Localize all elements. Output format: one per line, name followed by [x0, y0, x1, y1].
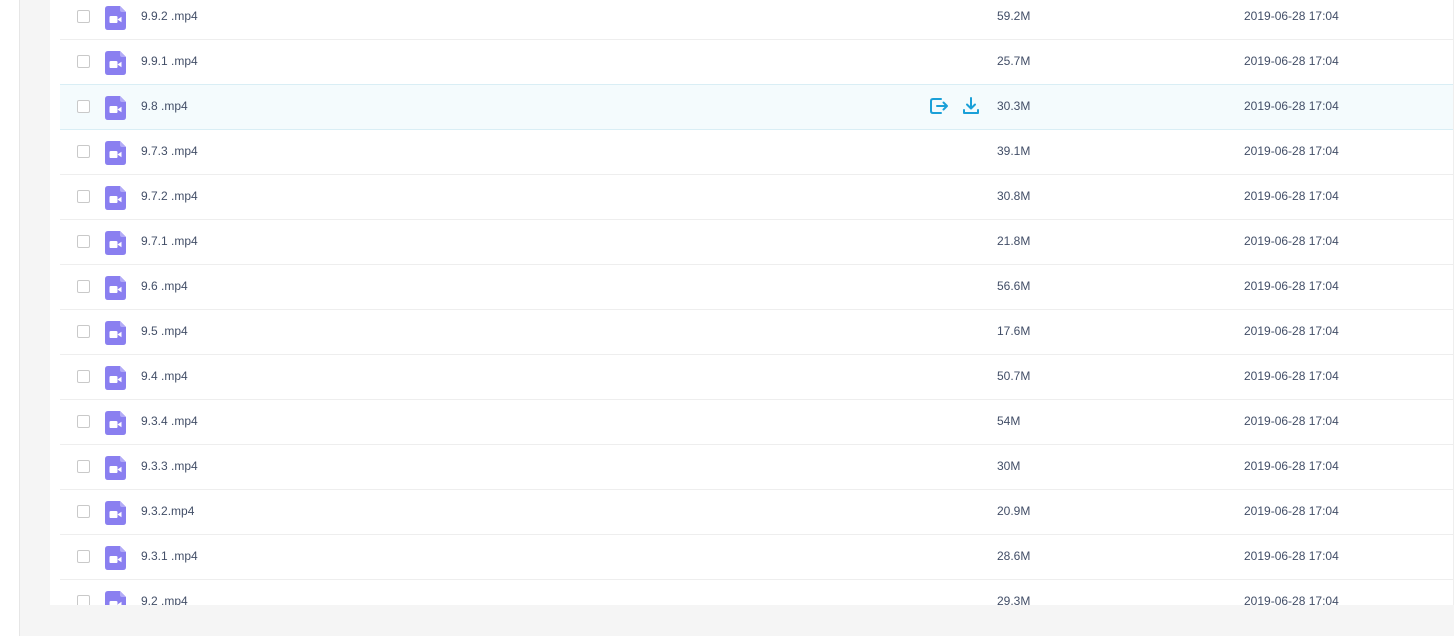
row-checkbox[interactable]	[77, 505, 90, 518]
file-size: 59.2M	[997, 9, 1031, 23]
file-row[interactable]: 9.7.1 .mp4 21.8M 2019-06-28 17:04	[60, 220, 1454, 265]
file-row[interactable]: 9.9.1 .mp4 25.7M 2019-06-28 17:04	[60, 40, 1454, 85]
file-size: 30.8M	[997, 189, 1031, 203]
video-file-icon	[105, 141, 126, 165]
file-size: 28.6M	[997, 549, 1031, 563]
file-modified-date: 2019-06-28 17:04	[1244, 324, 1339, 338]
file-row[interactable]: 9.3.2.mp4 20.9M 2019-06-28 17:04	[60, 490, 1454, 535]
file-size: 50.7M	[997, 369, 1031, 383]
file-name[interactable]: 9.5 .mp4	[141, 324, 188, 338]
row-checkbox[interactable]	[77, 415, 90, 428]
file-modified-date: 2019-06-28 17:04	[1244, 234, 1339, 248]
video-file-icon	[105, 546, 126, 570]
left-sidebar-edge	[0, 0, 20, 636]
file-row[interactable]: 9.5 .mp4 17.6M 2019-06-28 17:04	[60, 310, 1454, 355]
row-checkbox[interactable]	[77, 235, 90, 248]
file-size: 30.3M	[997, 99, 1031, 113]
video-file-icon	[105, 456, 126, 480]
file-size: 25.7M	[997, 54, 1031, 68]
file-row[interactable]: 9.3.4 .mp4 54M 2019-06-28 17:04	[60, 400, 1454, 445]
file-name[interactable]: 9.4 .mp4	[141, 369, 188, 383]
file-name[interactable]: 9.3.2.mp4	[141, 504, 194, 518]
video-file-icon	[105, 231, 126, 255]
video-file-icon	[105, 6, 126, 30]
video-file-icon	[105, 321, 126, 345]
download-icon[interactable]	[961, 96, 981, 116]
file-name[interactable]: 9.2 .mp4	[141, 594, 188, 605]
file-size: 21.8M	[997, 234, 1031, 248]
file-name[interactable]: 9.7.3 .mp4	[141, 144, 198, 158]
file-name[interactable]: 9.3.1 .mp4	[141, 549, 198, 563]
file-modified-date: 2019-06-28 17:04	[1244, 9, 1339, 23]
file-size: 54M	[997, 414, 1021, 428]
file-modified-date: 2019-06-28 17:04	[1244, 459, 1339, 473]
video-file-icon	[105, 591, 126, 605]
file-row[interactable]: 9.4 .mp4 50.7M 2019-06-28 17:04	[60, 355, 1454, 400]
file-row[interactable]: 9.7.3 .mp4 39.1M 2019-06-28 17:04	[60, 130, 1454, 175]
file-list: 9.9.2 .mp4 59.2M 2019-06-28 17:04 9.9.1 …	[60, 0, 1454, 605]
video-file-icon	[105, 366, 126, 390]
file-modified-date: 2019-06-28 17:04	[1244, 414, 1339, 428]
row-checkbox[interactable]	[77, 190, 90, 203]
file-row[interactable]: 9.7.2 .mp4 30.8M 2019-06-28 17:04	[60, 175, 1454, 220]
row-checkbox[interactable]	[77, 55, 90, 68]
row-checkbox[interactable]	[77, 325, 90, 338]
row-checkbox[interactable]	[77, 145, 90, 158]
file-row[interactable]: 9.6 .mp4 56.6M 2019-06-28 17:04	[60, 265, 1454, 310]
share-icon[interactable]	[929, 96, 949, 116]
file-name[interactable]: 9.3.4 .mp4	[141, 414, 198, 428]
video-file-icon	[105, 51, 126, 75]
file-name[interactable]: 9.7.1 .mp4	[141, 234, 198, 248]
video-file-icon	[105, 501, 126, 525]
row-checkbox[interactable]	[77, 550, 90, 563]
file-size: 56.6M	[997, 279, 1031, 293]
file-modified-date: 2019-06-28 17:04	[1244, 144, 1339, 158]
file-row[interactable]: 9.2 .mp4 29.3M 2019-06-28 17:04	[60, 580, 1454, 605]
row-checkbox[interactable]	[77, 100, 90, 113]
file-modified-date: 2019-06-28 17:04	[1244, 369, 1339, 383]
file-name[interactable]: 9.9.1 .mp4	[141, 54, 198, 68]
video-file-icon	[105, 276, 126, 300]
file-list-panel: 9.9.2 .mp4 59.2M 2019-06-28 17:04 9.9.1 …	[50, 0, 1454, 605]
file-row[interactable]: 9.3.1 .mp4 28.6M 2019-06-28 17:04	[60, 535, 1454, 580]
file-name[interactable]: 9.8 .mp4	[141, 99, 188, 113]
file-name[interactable]: 9.9.2 .mp4	[141, 9, 198, 23]
file-size: 29.3M	[997, 594, 1031, 605]
file-size: 17.6M	[997, 324, 1031, 338]
row-checkbox[interactable]	[77, 370, 90, 383]
row-checkbox[interactable]	[77, 460, 90, 473]
file-modified-date: 2019-06-28 17:04	[1244, 549, 1339, 563]
row-checkbox[interactable]	[77, 10, 90, 23]
file-modified-date: 2019-06-28 17:04	[1244, 504, 1339, 518]
file-size: 30M	[997, 459, 1021, 473]
file-name[interactable]: 9.3.3 .mp4	[141, 459, 198, 473]
row-actions	[929, 96, 981, 118]
file-modified-date: 2019-06-28 17:04	[1244, 189, 1339, 203]
row-checkbox[interactable]	[77, 280, 90, 293]
file-name[interactable]: 9.6 .mp4	[141, 279, 188, 293]
file-row[interactable]: 9.3.3 .mp4 30M 2019-06-28 17:04	[60, 445, 1454, 490]
file-modified-date: 2019-06-28 17:04	[1244, 594, 1339, 605]
row-checkbox[interactable]	[77, 595, 90, 605]
file-row[interactable]: 9.8 .mp4 30.3M 2019-06-28 17:04	[60, 84, 1454, 130]
video-file-icon	[105, 411, 126, 435]
file-modified-date: 2019-06-28 17:04	[1244, 279, 1339, 293]
file-modified-date: 2019-06-28 17:04	[1244, 54, 1339, 68]
video-file-icon	[105, 186, 126, 210]
file-row[interactable]: 9.9.2 .mp4 59.2M 2019-06-28 17:04	[60, 0, 1454, 40]
file-size: 39.1M	[997, 144, 1031, 158]
file-modified-date: 2019-06-28 17:04	[1244, 99, 1339, 113]
file-name[interactable]: 9.7.2 .mp4	[141, 189, 198, 203]
file-size: 20.9M	[997, 504, 1031, 518]
video-file-icon	[105, 96, 126, 120]
